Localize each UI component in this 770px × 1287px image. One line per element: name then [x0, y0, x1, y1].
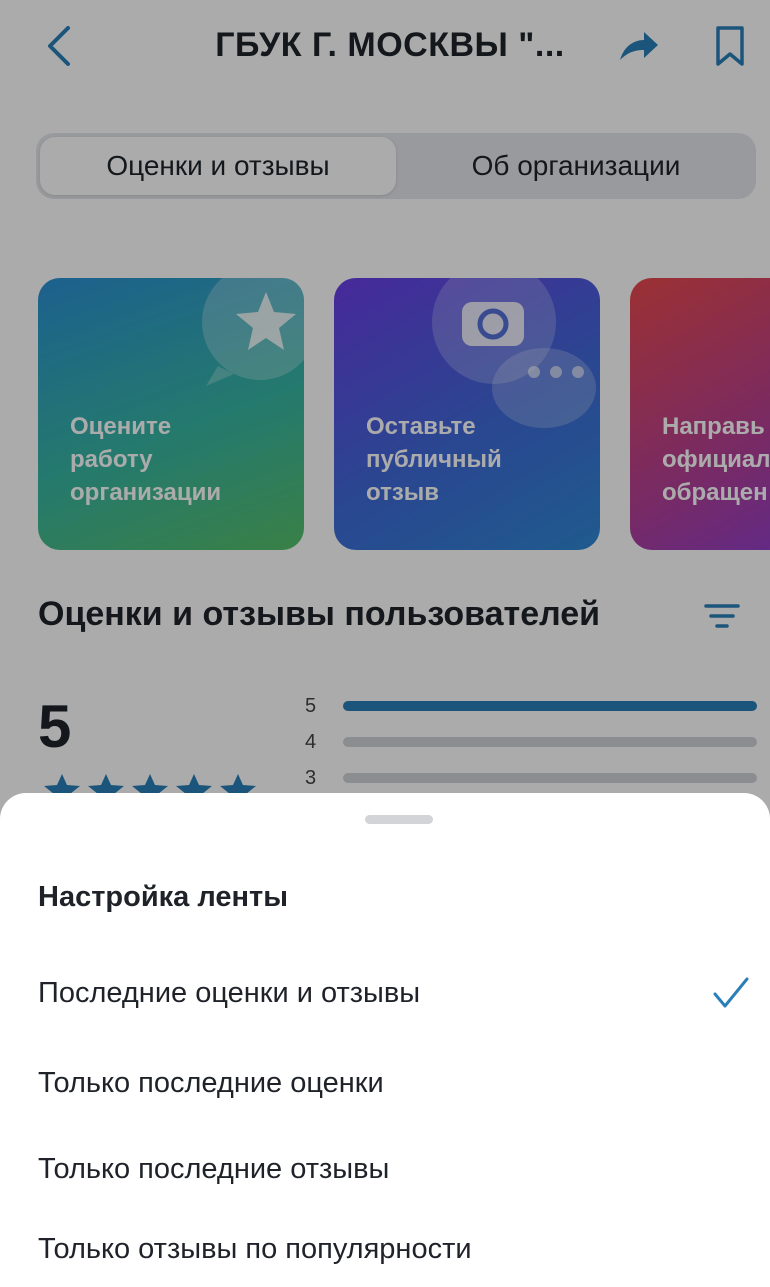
checkmark-icon	[713, 977, 749, 1008]
sheet-title: Настройка ленты	[38, 881, 289, 913]
option-latest-ratings-reviews[interactable]: Последние оценки и отзывы	[38, 963, 738, 1023]
feed-settings-sheet: Настройка ленты Последние оценки и отзыв…	[0, 793, 770, 1287]
option-latest-reviews-only[interactable]: Только последние отзывы	[38, 1139, 738, 1199]
option-reviews-by-popularity[interactable]: Только отзывы по популярности	[38, 1219, 738, 1279]
sheet-drag-handle[interactable]	[365, 815, 433, 824]
app-screen: ГБУК Г. МОСКВЫ "... Оценки и отзывы Об о…	[0, 0, 770, 1287]
option-latest-ratings-only[interactable]: Только последние оценки	[38, 1053, 738, 1113]
